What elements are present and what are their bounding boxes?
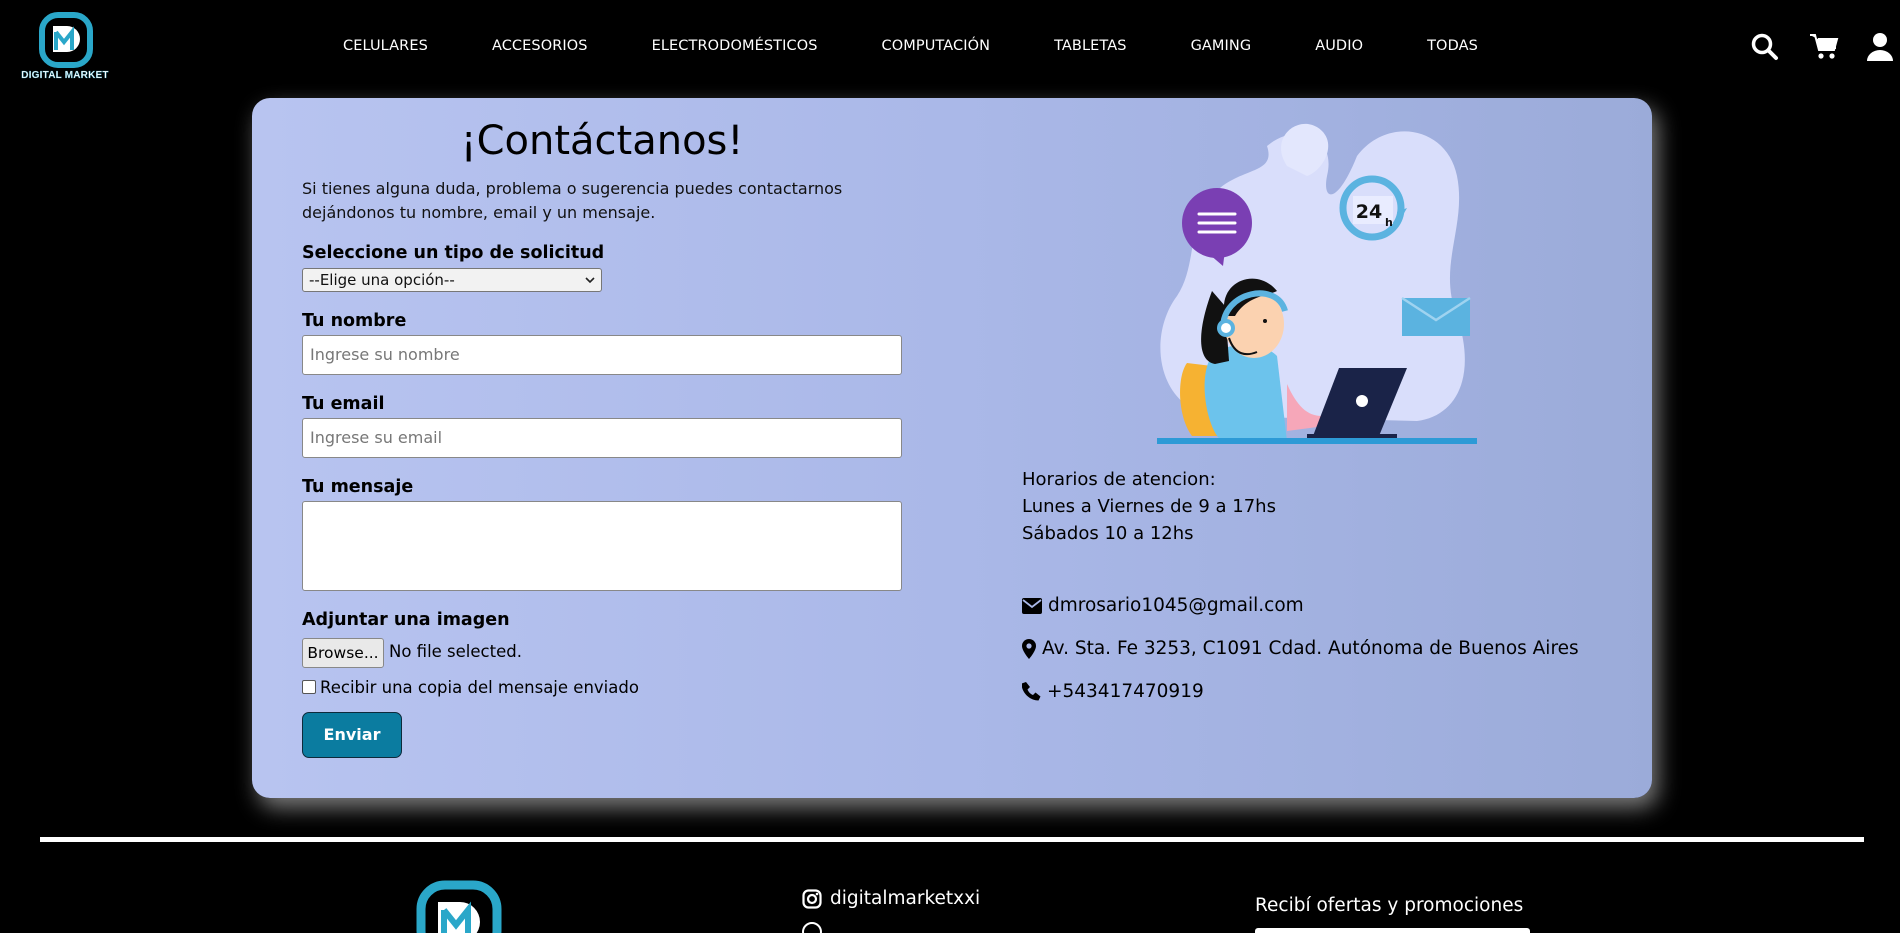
email-label: Tu email [302,394,385,414]
svg-text:h: h [1385,216,1393,229]
facebook-icon[interactable] [802,922,822,933]
email-input[interactable]: Ingrese su email [302,418,902,458]
request-type-select[interactable]: --Elige una opción-- [302,268,602,292]
user-icon[interactable] [1865,32,1895,62]
contact-phone[interactable]: +543417470919 [1022,681,1204,702]
nav-link-accesorios[interactable]: ACCESORIOS [492,38,588,62]
copy-checkbox-label[interactable]: Recibir una copia del mensaje enviado [320,678,639,697]
submit-button[interactable]: Enviar [302,712,402,758]
business-hours: Horarios de atencion: Lunes a Viernes de… [1022,466,1276,547]
contact-email[interactable]: dmrosario1045@gmail.com [1022,595,1304,616]
page-title: ¡Contáctanos! [460,118,744,164]
logo-wordmark: DIGITAL MARKET [21,70,109,81]
footer-instagram-link[interactable]: digitalmarketxxi [802,888,980,909]
contact-address-text: Av. Sta. Fe 3253, C1091 Cdad. Autónoma d… [1042,638,1579,659]
brand-logo[interactable]: DIGITAL MARKET [18,12,112,84]
message-label: Tu mensaje [302,477,414,497]
footer-instagram-text: digitalmarketxxi [830,888,981,909]
contact-address: Av. Sta. Fe 3253, C1091 Cdad. Autónoma d… [1022,638,1579,659]
chevron-down-icon [585,277,595,284]
attachment-label: Adjuntar una imagen [302,610,510,630]
envelope-icon [1022,597,1042,614]
illustration-24h-badge: 24 [1356,201,1382,223]
nav-link-audio[interactable]: AUDIO [1315,38,1363,62]
footer-promo-title: Recibí ofertas y promociones [1255,895,1524,916]
contact-intro: Si tienes alguna duda, problema o sugere… [302,179,843,222]
cart-icon[interactable] [1809,32,1839,62]
hours-title: Horarios de atencion: [1022,469,1216,490]
top-navbar: DIGITAL MARKET CELULARES ACCESORIOS ELEC… [0,0,1900,98]
support-agent-illustration: 24 h [1157,123,1477,444]
request-type-label: Seleccione un tipo de solicitud [302,243,605,263]
message-textarea[interactable] [302,501,902,591]
map-pin-icon [1022,638,1036,659]
footer-divider [40,837,1864,842]
contact-email-text: dmrosario1045@gmail.com [1048,595,1304,616]
name-label: Tu nombre [302,311,407,331]
name-input[interactable]: Ingrese su nombre [302,335,902,375]
hours-weekdays: Lunes a Viernes de 9 a 17hs [1022,496,1276,517]
nav-link-computacion[interactable]: COMPUTACIÓN [882,38,991,62]
file-status: No file selected. [389,642,522,661]
phone-icon [1022,682,1041,701]
search-icon[interactable] [1750,32,1780,62]
nav-link-gaming[interactable]: GAMING [1191,38,1252,62]
request-type-selected: --Elige una opción-- [309,271,455,289]
contact-card: ¡Contáctanos! Si tienes alguna duda, pro… [252,98,1652,798]
nav-link-celulares[interactable]: CELULARES [343,38,428,62]
browse-file-button[interactable]: Browse... [302,638,384,668]
hours-saturday: Sábados 10 a 12hs [1022,523,1194,544]
nav-link-electrodomesticos[interactable]: ELECTRODOMÉSTICOS [652,38,818,62]
copy-checkbox[interactable] [302,680,316,694]
nav-link-todas[interactable]: TODAS [1427,38,1478,62]
contact-phone-text: +543417470919 [1047,681,1204,702]
footer-logo-icon[interactable] [416,880,502,933]
newsletter-email-input[interactable] [1255,928,1530,933]
nav-link-tabletas[interactable]: TABLETAS [1054,38,1127,62]
instagram-icon [802,888,822,909]
category-nav: CELULARES ACCESORIOS ELECTRODOMÉSTICOS C… [343,38,1542,62]
logo-mark-icon [39,12,93,68]
